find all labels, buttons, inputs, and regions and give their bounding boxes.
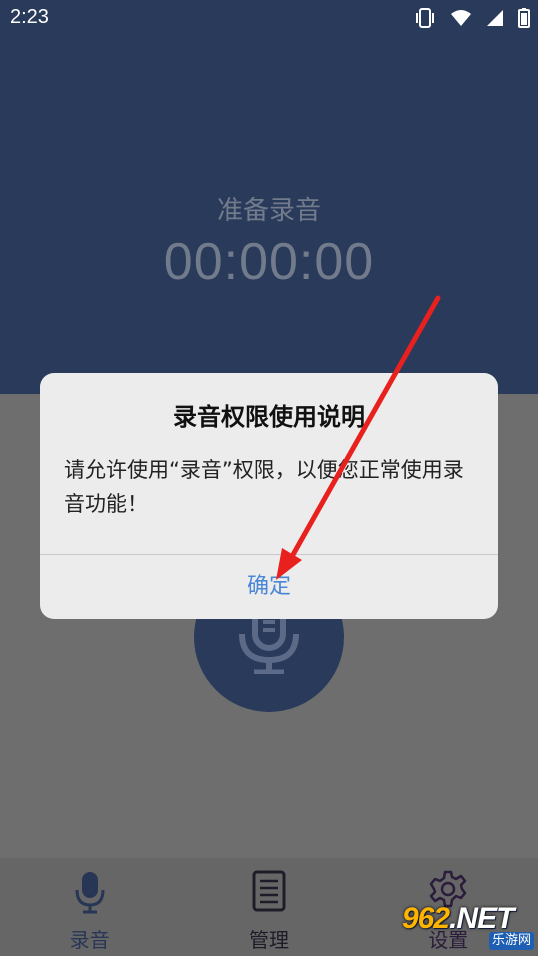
recording-status-label: 准备录音 [216, 196, 321, 226]
watermark-number: 962 [402, 902, 450, 935]
nav-label-manage: 管理 [248, 928, 289, 952]
battery-icon [518, 8, 530, 28]
site-watermark: 962.NET 乐游网 [402, 902, 534, 952]
watermark-domain: .NET [449, 902, 514, 935]
document-list-icon [252, 870, 286, 912]
watermark-logo: 962.NET [402, 902, 514, 936]
nav-label-record: 录音 [69, 928, 110, 952]
recorder-header: 2:23 准备录音 00:00:00 [0, 0, 538, 394]
dialog-message: 请允许使用“录音”权限，以便您正常使用录音功能！ [64, 458, 464, 516]
signal-icon [486, 9, 504, 27]
confirm-button[interactable]: 确定 [40, 555, 498, 619]
recording-timer: 00:00:00 [163, 233, 375, 291]
vibrate-icon [414, 8, 436, 28]
status-icons [414, 7, 530, 29]
nav-item-record[interactable]: 录音 [0, 858, 179, 956]
watermark-subtitle: 乐游网 [488, 932, 534, 950]
nav-item-manage[interactable]: 管理 [179, 858, 358, 956]
permission-dialog: 录音权限使用说明 请允许使用“录音”权限，以便您正常使用录音功能！ 确定 [40, 373, 498, 619]
wifi-icon [450, 9, 472, 27]
microphone-icon [75, 872, 105, 914]
recorder-app: 2:23 准备录音 00:00:00 录音 管理 设置 录音权限使用说明 请允许… [0, 0, 538, 956]
status-bar: 2:23 [0, 0, 538, 36]
dialog-title: 录音权限使用说明 [173, 403, 365, 431]
status-time: 2:23 [10, 6, 49, 28]
